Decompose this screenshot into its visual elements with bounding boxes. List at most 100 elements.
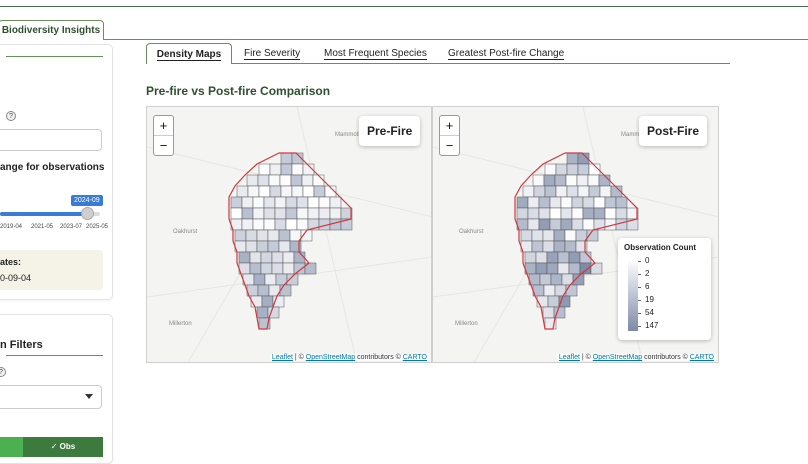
density-cell[interactable] xyxy=(307,196,320,209)
density-cell[interactable] xyxy=(230,196,243,209)
osm-link[interactable]: OpenStreetMap xyxy=(306,354,355,361)
density-cell[interactable] xyxy=(261,295,274,308)
tab-greatest-post-fire-change[interactable]: Greatest Post-fire Change xyxy=(448,43,565,64)
density-cell[interactable] xyxy=(289,229,302,242)
density-cell[interactable] xyxy=(236,185,249,198)
search-input[interactable] xyxy=(0,129,102,151)
density-cell[interactable] xyxy=(560,218,573,231)
density-cell[interactable] xyxy=(329,207,342,220)
density-cell[interactable] xyxy=(256,229,269,242)
tab-fire-severity[interactable]: Fire Severity xyxy=(244,43,301,64)
density-cell[interactable] xyxy=(296,207,309,220)
density-cell[interactable] xyxy=(542,240,555,253)
density-cell[interactable] xyxy=(557,251,570,264)
density-cell[interactable] xyxy=(546,262,559,275)
density-cell[interactable] xyxy=(238,251,251,264)
density-cell[interactable] xyxy=(296,218,309,231)
density-cell[interactable] xyxy=(520,229,533,242)
density-cell[interactable] xyxy=(554,174,567,187)
density-cell[interactable] xyxy=(290,174,303,187)
density-cell[interactable] xyxy=(535,262,548,275)
density-cell[interactable] xyxy=(538,218,551,231)
density-cell[interactable] xyxy=(263,207,276,220)
density-cell[interactable] xyxy=(566,185,579,198)
density-cell[interactable] xyxy=(302,185,315,198)
density-cell[interactable] xyxy=(543,284,556,297)
density-cell[interactable] xyxy=(329,196,342,209)
density-cell[interactable] xyxy=(568,262,581,275)
density-cell[interactable] xyxy=(577,185,590,198)
density-cell[interactable] xyxy=(615,196,628,209)
density-cell[interactable] xyxy=(252,207,265,220)
density-cell[interactable] xyxy=(575,229,588,242)
carto-link[interactable]: CARTO xyxy=(690,354,714,361)
density-cell[interactable] xyxy=(285,196,298,209)
density-cell[interactable] xyxy=(527,218,540,231)
density-cell[interactable] xyxy=(531,240,544,253)
density-cell[interactable] xyxy=(532,174,545,187)
density-cell[interactable] xyxy=(553,229,566,242)
density-cell[interactable] xyxy=(549,196,562,209)
density-cell[interactable] xyxy=(286,273,299,286)
density-cell[interactable] xyxy=(564,240,577,253)
density-cell[interactable] xyxy=(280,185,293,198)
pre-fire-map[interactable]: Mammoth Lakes Oakhurst Millerton + − Pre… xyxy=(146,106,432,363)
density-cell[interactable] xyxy=(555,163,568,176)
osm-link[interactable]: OpenStreetMap xyxy=(593,354,642,361)
density-cell[interactable] xyxy=(258,163,271,176)
zoom-in-button[interactable]: + xyxy=(440,116,459,136)
density-cell[interactable] xyxy=(571,196,584,209)
density-cell[interactable] xyxy=(258,185,271,198)
density-cell[interactable] xyxy=(576,174,589,187)
density-cell[interactable] xyxy=(587,174,600,187)
density-cell[interactable] xyxy=(560,207,573,220)
density-cell[interactable] xyxy=(340,207,353,220)
density-cell[interactable] xyxy=(252,218,265,231)
density-cell[interactable] xyxy=(282,251,295,264)
density-cell[interactable] xyxy=(522,185,535,198)
density-cell[interactable] xyxy=(539,273,552,286)
density-cell[interactable] xyxy=(516,196,529,209)
density-cell[interactable] xyxy=(293,262,306,275)
density-cell[interactable] xyxy=(291,185,304,198)
density-cell[interactable] xyxy=(260,262,273,275)
density-cell[interactable] xyxy=(278,240,291,253)
density-cell[interactable] xyxy=(279,174,292,187)
carto-link[interactable]: CARTO xyxy=(403,354,427,361)
density-cell[interactable] xyxy=(538,196,551,209)
density-cell[interactable] xyxy=(560,196,573,209)
density-cell[interactable] xyxy=(593,207,606,220)
density-cell[interactable] xyxy=(278,229,291,242)
zoom-in-button[interactable]: + xyxy=(154,116,173,136)
density-cell[interactable] xyxy=(257,284,270,297)
density-cell[interactable] xyxy=(263,218,276,231)
density-cell[interactable] xyxy=(313,185,326,198)
density-cell[interactable] xyxy=(599,185,612,198)
density-cell[interactable] xyxy=(543,174,556,187)
density-cell[interactable] xyxy=(291,163,304,176)
density-cell[interactable] xyxy=(296,196,309,209)
density-cell[interactable] xyxy=(582,196,595,209)
density-cell[interactable] xyxy=(318,196,331,209)
density-cell[interactable] xyxy=(527,196,540,209)
density-cell[interactable] xyxy=(230,207,243,220)
density-cell[interactable] xyxy=(604,196,617,209)
density-cell[interactable] xyxy=(571,218,584,231)
density-cell[interactable] xyxy=(318,207,331,220)
density-cell[interactable] xyxy=(565,284,578,297)
tab-most-frequent-species[interactable]: Most Frequent Species xyxy=(324,43,427,64)
density-cell[interactable] xyxy=(246,174,259,187)
density-cell[interactable] xyxy=(274,196,287,209)
density-cell[interactable] xyxy=(280,152,293,165)
density-cell[interactable] xyxy=(256,306,269,319)
density-cell[interactable] xyxy=(544,163,557,176)
zoom-out-button[interactable]: − xyxy=(154,136,173,156)
post-fire-map[interactable]: Mammoth Lake Oakhurst Millerton + − Post… xyxy=(432,106,719,363)
density-cell[interactable] xyxy=(285,218,298,231)
density-cell[interactable] xyxy=(524,251,537,264)
density-cell[interactable] xyxy=(307,207,320,220)
density-cell[interactable] xyxy=(249,262,262,275)
density-cell[interactable] xyxy=(579,262,592,275)
density-cell[interactable] xyxy=(547,295,560,308)
density-cell[interactable] xyxy=(571,207,584,220)
